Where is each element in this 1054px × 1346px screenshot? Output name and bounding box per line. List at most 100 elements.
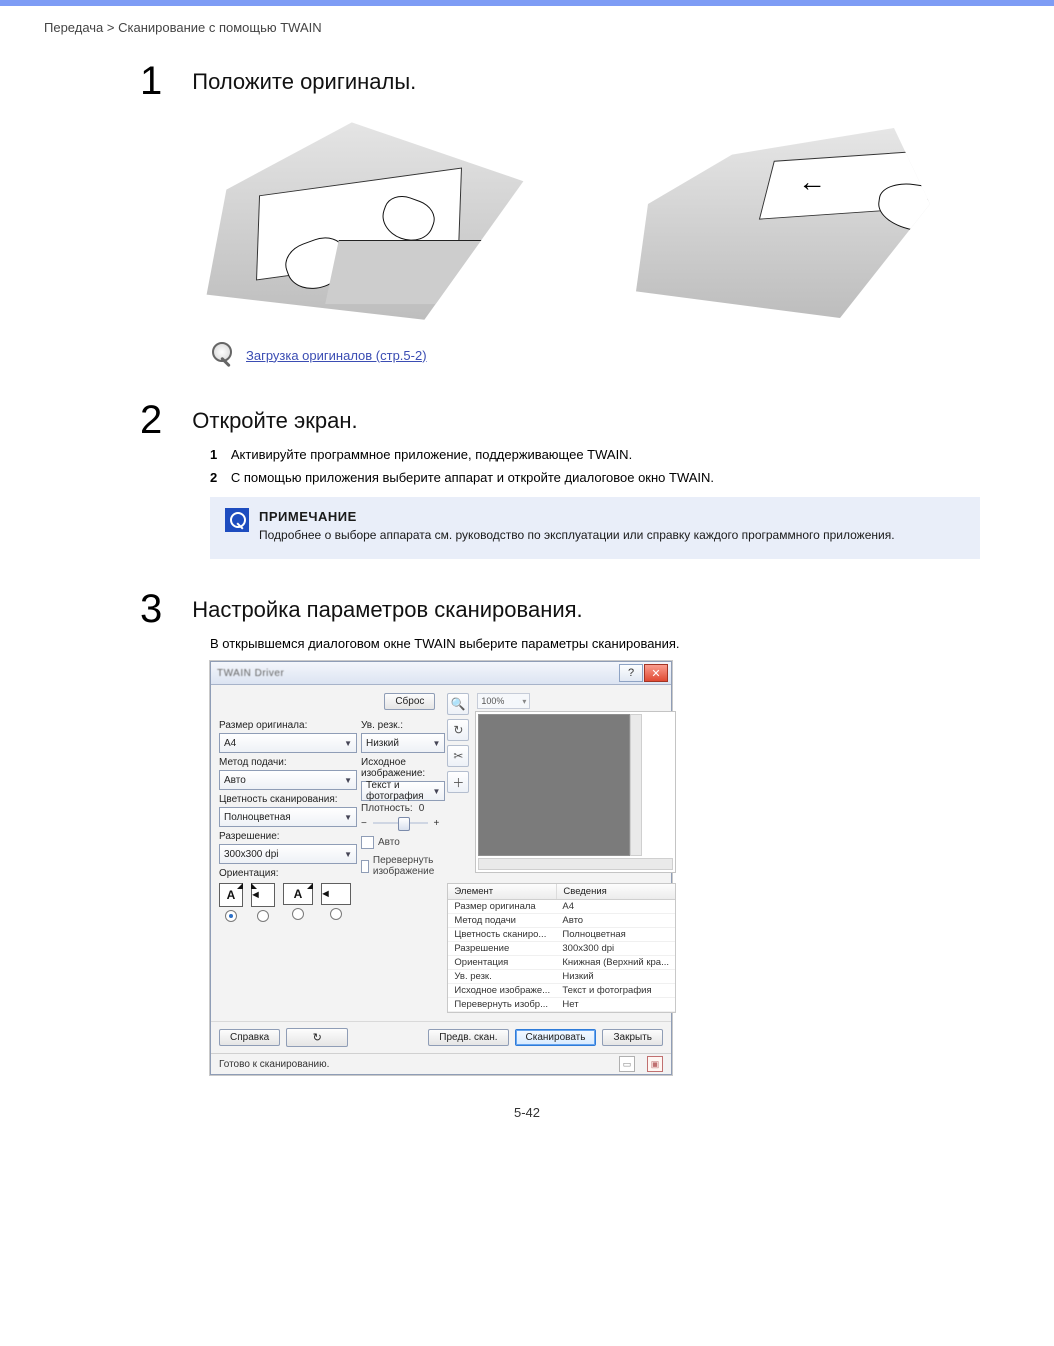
dialog-right-panel: 🔍 ↻ ✂ ＋ 100% bbox=[447, 693, 676, 1013]
sharpness-select[interactable]: Низкий bbox=[361, 733, 445, 753]
table-row: Размер оригиналаA4 bbox=[448, 900, 675, 914]
table-row: Ув. резк.Низкий bbox=[448, 970, 675, 984]
orientation-group: A ◄ A ◄ bbox=[219, 883, 351, 922]
info-header-element: Элемент bbox=[448, 884, 557, 899]
info-header-value: Сведения bbox=[557, 884, 675, 899]
orient-landscape-left-icon[interactable]: ◄ bbox=[321, 883, 351, 905]
table-cell-value: Нет bbox=[556, 998, 675, 1011]
dialog-titlebar: TWAIN Driver ? ✕ bbox=[211, 662, 671, 685]
orient-landscape-top-icon[interactable]: A bbox=[283, 883, 313, 905]
color-mode-label: Цветность сканирования: bbox=[219, 794, 351, 805]
flip-checkbox-label: Перевернуть изображение bbox=[373, 855, 440, 877]
table-row: Перевернуть изобр...Нет bbox=[448, 998, 675, 1012]
table-cell-value: Авто bbox=[556, 914, 675, 927]
info-table: Элемент Сведения Размер оригиналаA4Метод… bbox=[447, 883, 676, 1013]
hand-icon bbox=[376, 190, 439, 247]
table-cell-key: Перевернуть изобр... bbox=[448, 998, 556, 1011]
color-mode-select[interactable]: Полноцветная bbox=[219, 807, 357, 827]
scan-button[interactable]: Сканировать bbox=[515, 1029, 597, 1046]
orient-radio-2[interactable] bbox=[257, 910, 269, 922]
image-type-label: Исходное изображение: bbox=[361, 757, 439, 779]
step-1-title: Положите оригиналы. bbox=[192, 69, 416, 95]
help-button[interactable]: Справка bbox=[219, 1029, 280, 1046]
image-type-select[interactable]: Текст и фотография bbox=[361, 781, 445, 801]
table-cell-value: Низкий bbox=[556, 970, 675, 983]
page-header: Передача > Сканирование с помощью TWAIN bbox=[0, 6, 1054, 47]
figure-adf: ← bbox=[630, 128, 930, 318]
header-breadcrumb: Передача > Сканирование с помощью TWAIN bbox=[44, 20, 322, 35]
reference-link[interactable]: Загрузка оригиналов (стр.5-2) bbox=[246, 348, 427, 363]
hand-icon bbox=[279, 231, 354, 297]
feed-method-select[interactable]: Авто bbox=[219, 770, 357, 790]
plus-icon: + bbox=[434, 818, 440, 829]
table-cell-key: Цветность сканиро... bbox=[448, 928, 556, 941]
dialog-left-panel: Сброс Размер оригинала: A4 Метод подачи:… bbox=[219, 693, 439, 1013]
help-titlebar-button[interactable]: ? bbox=[619, 664, 643, 682]
table-cell-value: 300x300 dpi bbox=[556, 942, 675, 955]
note-box: ПРИМЕЧАНИЕ Подробнее о выборе аппарата с… bbox=[210, 497, 980, 559]
auto-checkbox-row: Авто bbox=[361, 836, 439, 849]
scrollbar-vertical[interactable] bbox=[630, 714, 642, 856]
step-3-title: Настройка параметров сканирования. bbox=[192, 597, 582, 623]
fit-icon[interactable]: ＋ bbox=[447, 771, 469, 793]
density-label: Плотность: bbox=[361, 803, 413, 814]
substep-label: 1 bbox=[210, 447, 217, 462]
table-row: Метод подачиАвто bbox=[448, 914, 675, 928]
scrollbar-horizontal[interactable] bbox=[478, 858, 673, 870]
note-magnifier-icon bbox=[225, 508, 249, 532]
magnifier-icon bbox=[210, 342, 236, 368]
table-cell-value: Полноцветная bbox=[556, 928, 675, 941]
close-titlebar-button[interactable]: ✕ bbox=[644, 664, 668, 682]
step-1: 1 Положите оригиналы. bbox=[0, 47, 1054, 104]
table-row: Разрешение300x300 dpi bbox=[448, 942, 675, 956]
figure-flatbed bbox=[200, 114, 530, 324]
minus-icon: − bbox=[361, 818, 367, 829]
table-cell-value: Книжная (Верхний кра... bbox=[556, 956, 675, 969]
flip-checkbox[interactable] bbox=[361, 860, 369, 873]
zoom-in-icon[interactable]: 🔍 bbox=[447, 693, 469, 715]
orient-radio-4[interactable] bbox=[330, 908, 342, 920]
orient-portrait-left-icon[interactable]: ◄ bbox=[251, 883, 275, 907]
step-1-number: 1 bbox=[140, 59, 162, 104]
dialog-statusbar: Готово к сканированию. ▭ ▣ bbox=[211, 1053, 671, 1074]
step-3-number: 3 bbox=[140, 587, 162, 632]
substep-text: С помощью приложения выберите аппарат и … bbox=[231, 470, 714, 485]
table-row: Цветность сканиро...Полноцветная bbox=[448, 928, 675, 942]
flip-checkbox-row: Перевернуть изображение bbox=[361, 855, 439, 877]
preview-wrap bbox=[475, 711, 676, 873]
table-row: Исходное изображе...Текст и фотография bbox=[448, 984, 675, 998]
table-row: ОриентацияКнижная (Верхний кра... bbox=[448, 956, 675, 970]
page-number: 5-42 bbox=[0, 1105, 1054, 1120]
feed-method-label: Метод подачи: bbox=[219, 757, 351, 768]
zoom-select[interactable]: 100% bbox=[477, 693, 530, 709]
rotate-icon[interactable]: ↻ bbox=[447, 719, 469, 741]
original-size-select[interactable]: A4 bbox=[219, 733, 357, 753]
substep-text: Активируйте программное приложение, подд… bbox=[231, 447, 632, 462]
table-cell-key: Ориентация bbox=[448, 956, 556, 969]
arrow-left-icon: ← bbox=[798, 166, 826, 198]
original-size-label: Размер оригинала: bbox=[219, 720, 351, 731]
auto-checkbox[interactable] bbox=[361, 836, 374, 849]
orientation-label: Ориентация: bbox=[219, 868, 351, 879]
crop-icon[interactable]: ✂ bbox=[447, 745, 469, 767]
twain-dialog: TWAIN Driver ? ✕ Сброс Размер оригинала:… bbox=[210, 661, 672, 1075]
close-button[interactable]: Закрыть bbox=[602, 1029, 663, 1046]
orient-portrait-top-icon[interactable]: A bbox=[219, 883, 243, 907]
density-slider[interactable] bbox=[373, 816, 428, 830]
resolution-select[interactable]: 300x300 dpi bbox=[219, 844, 357, 864]
table-cell-key: Размер оригинала bbox=[448, 900, 556, 913]
orient-radio-3[interactable] bbox=[292, 908, 304, 920]
resolution-label: Разрешение: bbox=[219, 831, 351, 842]
preview-scan-button[interactable]: Предв. скан. bbox=[428, 1029, 508, 1046]
page-status-icon: ▭ bbox=[619, 1056, 635, 1072]
step-3: 3 Настройка параметров сканирования. В о… bbox=[140, 587, 1054, 651]
refresh-button[interactable]: ↻ bbox=[286, 1028, 348, 1047]
warning-status-icon: ▣ bbox=[647, 1056, 663, 1072]
table-cell-key: Исходное изображе... bbox=[448, 984, 556, 997]
preview-area[interactable] bbox=[478, 714, 630, 856]
table-cell-value: Текст и фотография bbox=[556, 984, 675, 997]
reset-button[interactable]: Сброс bbox=[384, 693, 435, 710]
orient-radio-1[interactable] bbox=[225, 910, 237, 922]
dialog-title-text: TWAIN Driver bbox=[217, 668, 284, 679]
sharpness-label: Ув. резк.: bbox=[361, 720, 439, 731]
